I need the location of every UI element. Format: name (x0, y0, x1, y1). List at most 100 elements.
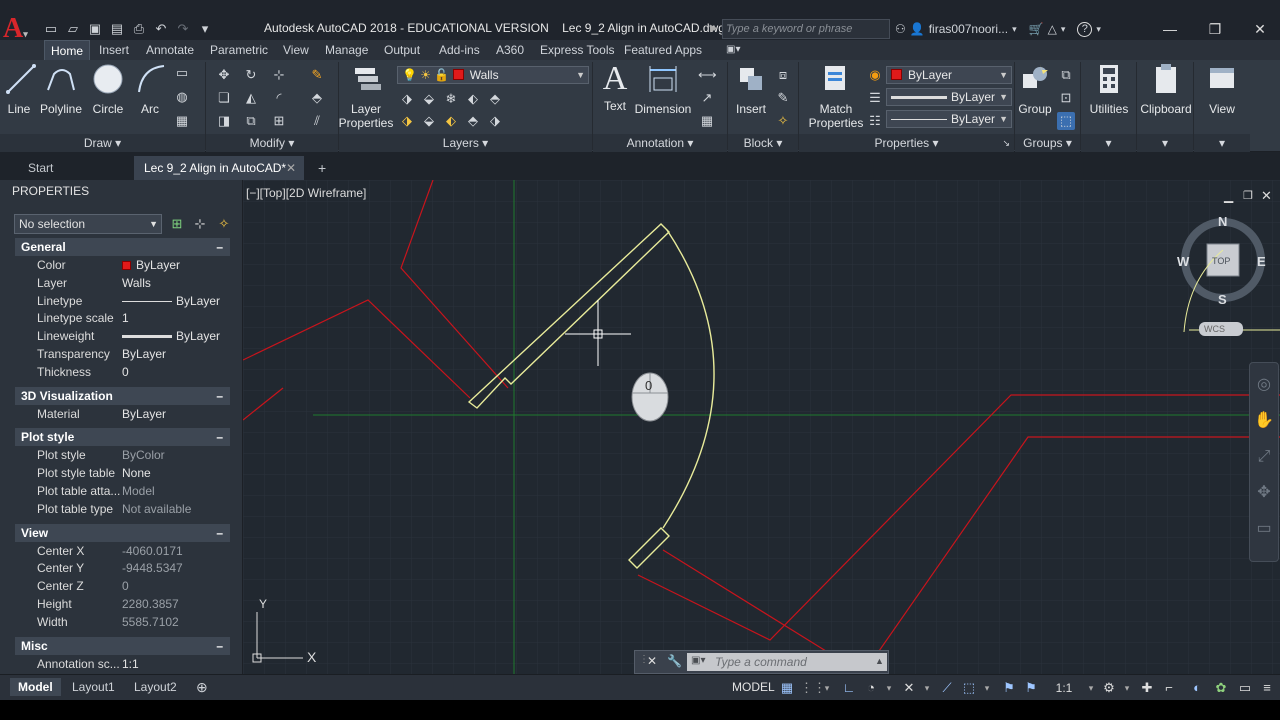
layer-properties-button[interactable]: Layer Properties (338, 62, 394, 130)
layer-previous-icon[interactable]: ⬗ (486, 112, 504, 130)
layer-freeze-icon[interactable]: ❄ (442, 90, 460, 108)
property-value[interactable]: ByLayer (122, 405, 166, 423)
chevron-down-icon[interactable]: ▾ (978, 679, 996, 697)
property-row[interactable]: Height 2280.3857 (15, 595, 230, 613)
customize-qat-icon[interactable]: ▾ (196, 20, 214, 38)
scale-icon[interactable]: ⧉ (242, 112, 260, 130)
linetype-dropdown[interactable]: ByLayer ▼ (886, 110, 1012, 128)
mirror-icon[interactable]: ◭ (242, 89, 260, 107)
select-objects-icon[interactable]: ⊹ (192, 216, 208, 232)
drawing-svg[interactable]: 0 Y X N S E W TOP WCS ▁ ❐ ✕ (243, 180, 1280, 674)
property-row[interactable]: Center Y -9448.5347 (15, 559, 230, 577)
arc-button[interactable]: Arc (134, 62, 166, 116)
draw-panel-title[interactable]: Draw ▾ (0, 134, 205, 152)
chevron-down-icon[interactable]: ▾ (918, 679, 936, 697)
property-row[interactable]: Center X -4060.0171 (15, 542, 230, 560)
ungroup-icon[interactable]: ⧉ (1057, 66, 1075, 84)
property-value[interactable]: ByColor (122, 446, 165, 464)
new-file-icon[interactable]: ▭ (42, 20, 60, 38)
circle-button[interactable]: Circle (90, 62, 126, 116)
viewport-minimize-icon[interactable]: ▁ (1223, 189, 1234, 203)
cart-icon[interactable]: 🛒 (1029, 22, 1044, 36)
property-value[interactable]: 2280.3857 (122, 595, 179, 613)
undo-icon[interactable]: ↶ (152, 20, 170, 38)
collapse-icon[interactable]: – (216, 387, 223, 405)
property-row[interactable]: Width 5585.7102 (15, 613, 230, 631)
property-value[interactable]: ByLayer (122, 292, 220, 310)
model-space-button[interactable]: MODEL (724, 678, 783, 696)
clean-screen-icon[interactable]: ▭ (1236, 679, 1254, 697)
chevron-down-icon[interactable]: ▾ (1096, 24, 1101, 35)
section-header-visualization[interactable]: 3D Visualization – (15, 386, 230, 405)
property-row[interactable]: Plot style ByColor (15, 446, 230, 464)
binoculars-icon[interactable]: ⚇ (895, 22, 906, 36)
tab-add-ins[interactable]: Add-ins (433, 40, 486, 60)
a360-icon[interactable]: △ (1048, 22, 1057, 36)
layer-thaw-icon[interactable]: ⬖ (442, 112, 460, 130)
steering-wheel-icon[interactable]: ◎ (1250, 371, 1278, 399)
property-row[interactable]: Color ByLayer (15, 256, 230, 274)
tab-view[interactable]: View (277, 40, 315, 60)
section-header-misc[interactable]: Misc – (15, 636, 230, 655)
ortho-icon[interactable]: ∟ (840, 679, 858, 697)
start-tab[interactable]: Start (18, 156, 63, 180)
polar-tracking-icon[interactable]: ◔ (862, 679, 880, 697)
group-button[interactable]: Group (1016, 62, 1054, 116)
line-button[interactable]: Line (4, 62, 36, 116)
add-layout-icon[interactable]: ⊕ (188, 678, 216, 696)
array-icon[interactable]: ⊞ (270, 112, 288, 130)
property-row[interactable]: Plot table type Not available (15, 500, 230, 518)
tab-a360[interactable]: A360 (490, 40, 530, 60)
color-dropdown[interactable]: ByLayer ▼ (886, 66, 1012, 84)
toggle-pickadd-icon[interactable]: ⊞ (169, 216, 185, 232)
annotation-visibility-icon[interactable]: ⚑ (1000, 679, 1018, 697)
annotation-panel-title[interactable]: Annotation ▾ (593, 134, 727, 152)
chevron-down-icon[interactable]: ▾ (1118, 679, 1136, 697)
property-value[interactable]: -9448.5347 (122, 559, 183, 577)
groups-panel-title[interactable]: Groups ▾ (1015, 134, 1080, 152)
command-input[interactable]: Type a command (687, 653, 887, 671)
layers-panel-title[interactable]: Layers ▾ (339, 134, 592, 152)
collapse-icon[interactable]: – (216, 637, 223, 655)
tab-express-tools[interactable]: Express Tools (534, 40, 620, 60)
lineweight-dropdown[interactable]: ByLayer ▼ (886, 88, 1012, 106)
block-panel-title[interactable]: Block ▾ (728, 134, 798, 152)
clipboard-panel-title[interactable]: ▾ (1137, 134, 1193, 152)
isolate-objects-icon[interactable]: ✿ (1212, 679, 1230, 697)
pan-icon[interactable]: ✋ (1250, 407, 1278, 435)
save-as-icon[interactable]: ▤ (108, 20, 126, 38)
search-input[interactable]: Type a keyword or phrase (722, 19, 890, 39)
property-value[interactable]: 1:1 (122, 655, 139, 673)
close-button[interactable]: ✕ (1240, 18, 1280, 40)
property-value[interactable]: Walls (122, 274, 151, 292)
tab-featured-apps[interactable]: Featured Apps (618, 40, 708, 60)
compass-south[interactable]: S (1218, 292, 1227, 307)
fillet-icon[interactable]: ◜ (270, 89, 288, 107)
layer-on-icon[interactable]: ⬗ (398, 112, 416, 130)
layout-tab-layout2[interactable]: Layout2 (126, 678, 185, 696)
compass-east[interactable]: E (1257, 254, 1266, 269)
chevron-down-icon[interactable]: ▾ (1082, 679, 1100, 697)
property-value[interactable]: Model (122, 482, 155, 500)
property-value[interactable]: ByLayer (122, 345, 166, 363)
wcs-label[interactable]: WCS (1204, 324, 1225, 334)
chevron-down-icon[interactable]: ▾ (1012, 24, 1017, 35)
customization-icon[interactable]: ≡ (1258, 679, 1276, 697)
open-file-icon[interactable]: ▱ (64, 20, 82, 38)
property-value[interactable]: Not available (122, 500, 191, 518)
explode-icon[interactable]: ⬘ (308, 89, 326, 107)
viewport-close-icon[interactable]: ✕ (1261, 188, 1272, 203)
linear-dim-icon[interactable]: ⟷ (698, 66, 717, 84)
layer-match-icon[interactable]: ⬘ (486, 90, 504, 108)
new-tab-button[interactable]: + (308, 156, 336, 180)
user-name[interactable]: firas007noori... (929, 22, 1008, 36)
section-header-view[interactable]: View – (15, 523, 230, 542)
property-value[interactable]: None (122, 464, 151, 482)
user-icon[interactable]: 👤 (910, 22, 925, 36)
showmotion-icon[interactable]: ▭ (1250, 515, 1278, 543)
stretch-icon[interactable]: ◨ (215, 112, 233, 130)
close-tab-icon[interactable]: ✕ (286, 156, 296, 180)
property-value[interactable]: ByLayer (122, 256, 180, 274)
auto-scale-icon[interactable]: ⚑ (1022, 679, 1040, 697)
table-icon[interactable]: ▦ (698, 112, 716, 130)
